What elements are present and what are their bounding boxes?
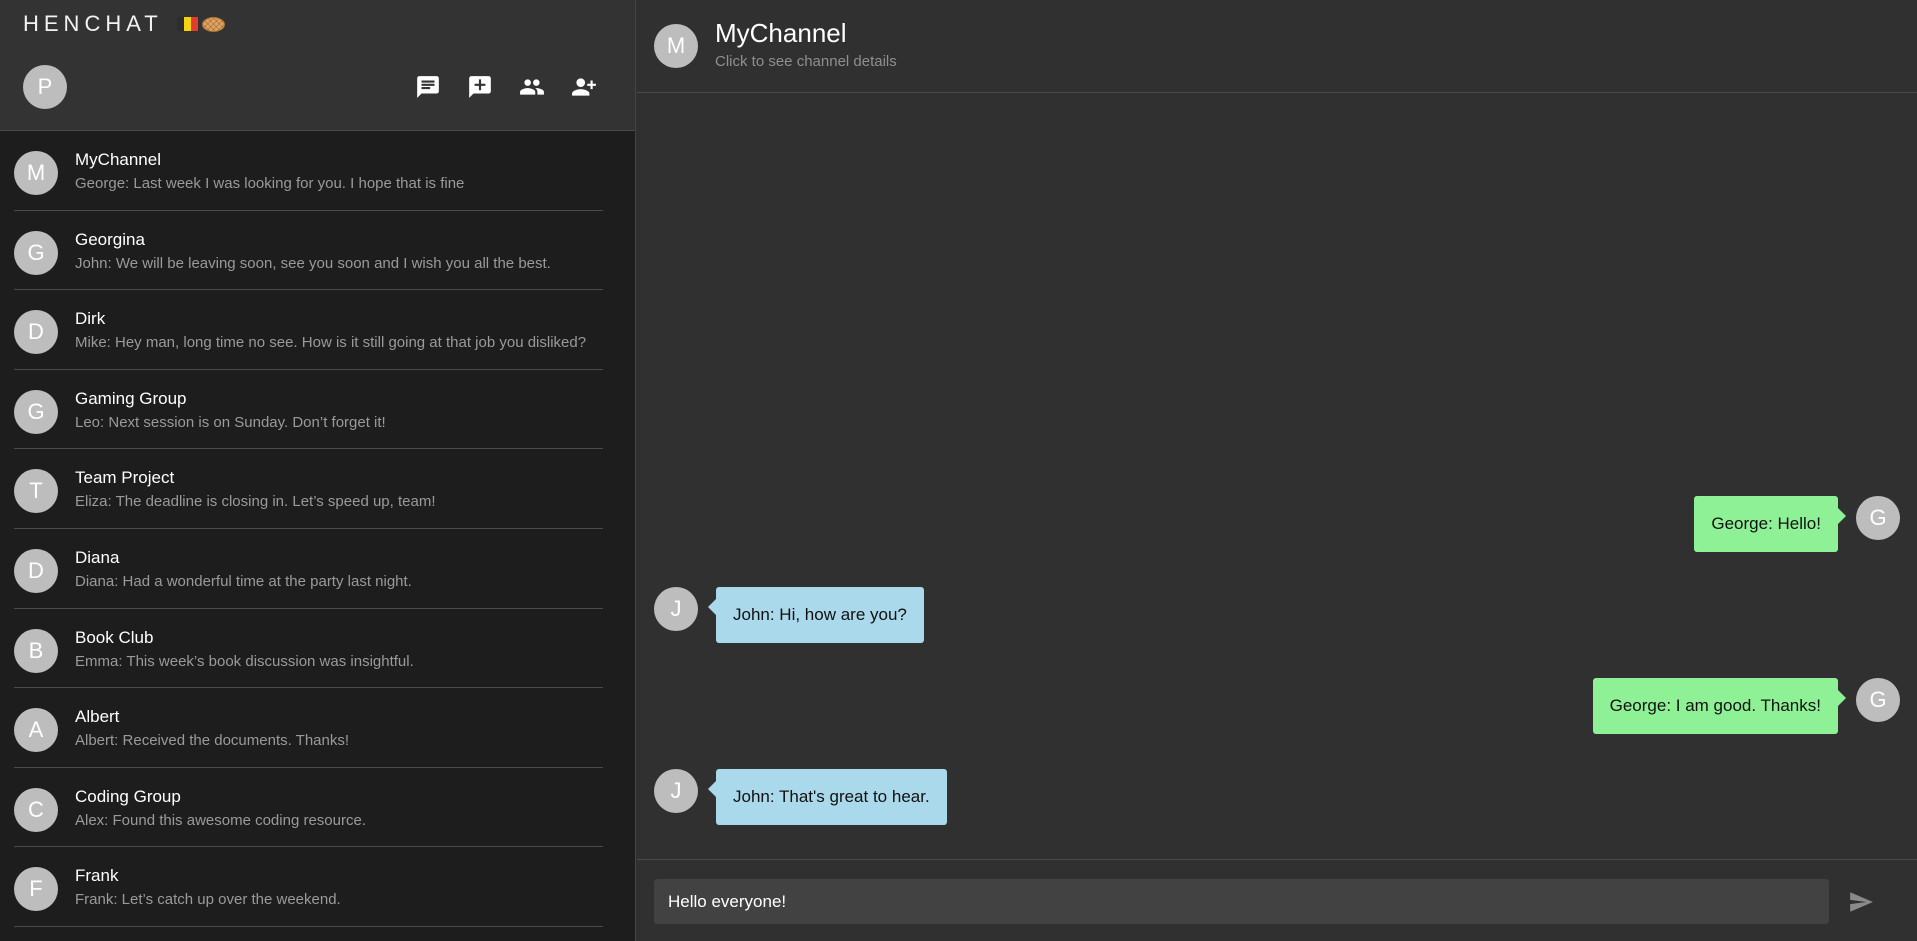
flag-stripe-black xyxy=(176,17,184,31)
sidebar: HENCHAT P M MyChannel George: Last week … xyxy=(0,0,636,941)
add-contact-icon xyxy=(572,78,596,96)
add-chat-button[interactable] xyxy=(465,72,495,102)
message-list: George: Hello! G J John: Hi, how are you… xyxy=(637,94,1917,859)
send-button[interactable] xyxy=(1847,888,1875,916)
chat-avatar: B xyxy=(14,628,58,673)
channel-title: MyChannel xyxy=(715,18,847,48)
channel-header[interactable]: M MyChannel Click to see channel details xyxy=(637,0,1917,93)
chat-name: Gaming Group xyxy=(75,388,187,408)
chat-avatar: D xyxy=(14,310,58,355)
chat-name: Coding Group xyxy=(75,786,181,806)
user-avatar[interactable]: P xyxy=(23,65,67,109)
flag-stripe-red xyxy=(190,17,198,31)
conversation-panel: M MyChannel Click to see channel details… xyxy=(637,0,1917,941)
chat-name: Georgina xyxy=(75,229,145,249)
app-brand: HENCHAT xyxy=(23,11,225,37)
chat-avatar: C xyxy=(14,787,58,832)
chat-list-item[interactable]: A Albert Albert: Received the documents.… xyxy=(0,688,635,768)
new-chat-button[interactable] xyxy=(413,72,443,102)
chat-list-item[interactable]: M MyChannel George: Last week I was look… xyxy=(0,131,635,211)
message-bubble: John: Hi, how are you? xyxy=(708,587,924,643)
chat-avatar: D xyxy=(14,548,58,593)
channel-avatar: M xyxy=(654,24,698,68)
message-input[interactable] xyxy=(654,879,1829,924)
chat-preview: George: Last week I was looking for you.… xyxy=(75,175,465,192)
chat-avatar: G xyxy=(14,230,58,275)
add-contact-button[interactable] xyxy=(569,72,599,102)
message-avatar: G xyxy=(1856,496,1900,540)
chat-list-item[interactable]: F Frank Frank: Let’s catch up over the w… xyxy=(0,847,635,927)
chat-name: Book Club xyxy=(75,627,154,647)
contacts-button[interactable] xyxy=(517,72,547,102)
message-bubble: John: That's great to hear. xyxy=(708,769,947,825)
chat-preview: Albert: Received the documents. Thanks! xyxy=(75,732,350,750)
header-actions xyxy=(413,72,599,102)
send-icon xyxy=(1850,892,1873,912)
belgian-flag-icon xyxy=(176,17,198,31)
chat-preview: John: We will be leaving soon, see you s… xyxy=(75,254,551,272)
chat-avatar: G xyxy=(14,389,58,434)
chat-preview: Alex: Found this awesome coding resource… xyxy=(75,811,366,829)
message-composer xyxy=(637,859,1917,941)
chat-preview: Eliza: The deadline is closing in. Let’s… xyxy=(75,493,436,511)
flag-stripe-yellow xyxy=(183,17,191,31)
add-chat-icon xyxy=(469,76,491,98)
chat-list: M MyChannel George: Last week I was look… xyxy=(0,131,635,927)
chat-list-item[interactable]: C Coding Group Alex: Found this awesome … xyxy=(0,768,635,848)
chat-avatar: A xyxy=(14,708,58,753)
brand-name: HENCHAT xyxy=(23,11,163,36)
chat-preview: Mike: Hey man, long time no see. How is … xyxy=(75,334,587,352)
chat-name: Team Project xyxy=(75,468,175,488)
chat-icon xyxy=(417,76,439,98)
chat-name: MyChannel xyxy=(75,150,161,169)
chat-list-item[interactable]: B Book Club Emma: This week’s book discu… xyxy=(0,609,635,689)
chat-list-item[interactable]: T Team Project Eliza: The deadline is cl… xyxy=(0,449,635,529)
chat-avatar: F xyxy=(14,867,58,912)
chat-preview: Leo: Next session is on Sunday. Don’t fo… xyxy=(75,413,386,431)
message-bubble: George: Hello! xyxy=(1694,496,1846,552)
chat-list-item[interactable]: G Gaming Group Leo: Next session is on S… xyxy=(0,370,635,450)
chat-list-item[interactable]: G Georgina John: We will be leaving soon… xyxy=(0,211,635,291)
sidebar-header: HENCHAT P xyxy=(0,0,635,131)
chat-preview: Diana: Had a wonderful time at the party… xyxy=(75,572,412,590)
chat-list-item[interactable]: D Diana Diana: Had a wonderful time at t… xyxy=(0,529,635,609)
channel-subtitle: Click to see channel details xyxy=(715,53,897,70)
group-icon xyxy=(520,79,544,95)
message-bubble: George: I am good. Thanks! xyxy=(1592,678,1847,734)
message-avatar: J xyxy=(654,587,698,631)
chat-name: Frank xyxy=(75,866,119,886)
chat-list-item[interactable]: D Dirk Mike: Hey man, long time no see. … xyxy=(0,290,635,370)
chat-name: Dirk xyxy=(75,309,106,329)
chat-preview: Frank: Let’s catch up over the weekend. xyxy=(75,891,341,909)
message-avatar: J xyxy=(654,769,698,813)
chat-preview: Emma: This week’s book discussion was in… xyxy=(75,652,414,670)
chat-avatar: M xyxy=(14,151,58,195)
message-avatar: G xyxy=(1856,678,1900,722)
chat-name: Diana xyxy=(75,547,120,567)
chat-avatar: T xyxy=(14,469,58,514)
chat-name: Albert xyxy=(75,707,120,727)
waffle-icon xyxy=(201,16,225,32)
